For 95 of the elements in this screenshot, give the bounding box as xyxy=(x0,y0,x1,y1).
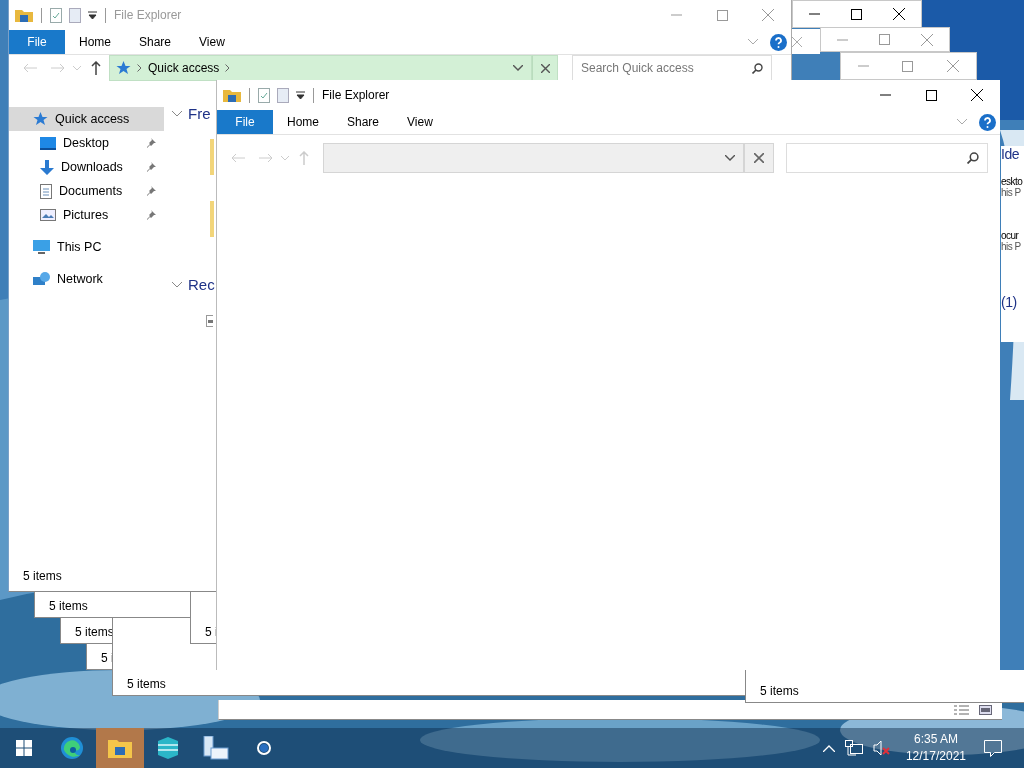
sidebar-item[interactable]: Documents xyxy=(9,179,164,203)
sidebar-item[interactable]: Network xyxy=(9,267,164,291)
search-placeholder: Search Quick access xyxy=(581,61,694,75)
ribbon-tab[interactable]: View xyxy=(185,30,239,54)
item-text: Ide xyxy=(1001,146,1020,162)
help-icon[interactable] xyxy=(979,113,996,131)
maximize-icon xyxy=(716,9,728,21)
ribbon-tab[interactable]: Home xyxy=(65,30,125,54)
picture-icon xyxy=(40,209,56,221)
folder-icon xyxy=(210,139,214,175)
minimize-icon xyxy=(857,65,869,67)
checklist-icon xyxy=(50,7,62,23)
clock-date: 12/17/2021 xyxy=(905,748,966,765)
minimize-icon xyxy=(808,13,820,15)
folder-icon xyxy=(210,201,214,237)
caret-icon[interactable] xyxy=(296,91,305,99)
folder-icon xyxy=(223,88,241,102)
status-text: 5 items xyxy=(49,599,88,613)
maximize-icon xyxy=(851,8,862,20)
sidebar-item[interactable]: This PC xyxy=(9,235,164,259)
clear-button[interactable] xyxy=(744,143,774,173)
volume-icon[interactable] xyxy=(872,740,891,756)
document-icon xyxy=(40,183,52,199)
chevron-right-icon xyxy=(225,64,231,72)
item-text: (1) xyxy=(1001,294,1018,310)
large-icons-view-icon[interactable] xyxy=(979,704,992,715)
star-icon xyxy=(33,112,48,126)
window-title: File Explorer xyxy=(322,88,390,102)
minimize-icon xyxy=(670,14,682,16)
folder-icon xyxy=(108,738,132,758)
clock-time: 6:35 AM xyxy=(913,731,958,748)
close-icon xyxy=(971,89,983,101)
ribbon-tab[interactable]: Share xyxy=(125,30,186,54)
page-icon xyxy=(277,87,289,103)
file-icon xyxy=(206,315,213,327)
section-heading: Rec xyxy=(188,276,215,293)
clear-button[interactable] xyxy=(532,55,558,81)
window-title: File Explorer xyxy=(114,8,182,22)
search-icon xyxy=(967,152,979,164)
circle-icon xyxy=(256,740,272,756)
item-text: his P xyxy=(1001,187,1022,198)
address-bar[interactable]: Quick access xyxy=(109,55,532,81)
folder-icon xyxy=(15,8,33,22)
search-field[interactable] xyxy=(786,143,988,173)
monitor-icon xyxy=(33,240,50,254)
browser-icon xyxy=(60,736,84,760)
network-icon[interactable] xyxy=(844,740,863,756)
chevron-icon[interactable] xyxy=(172,110,182,117)
checklist-icon xyxy=(258,87,270,103)
file-tab[interactable]: File xyxy=(9,30,65,54)
close-icon xyxy=(947,60,960,72)
close-icon xyxy=(921,33,934,46)
close-icon xyxy=(893,8,906,20)
maximize-icon xyxy=(902,60,914,72)
status-text: 5 items xyxy=(22,569,63,585)
windows-icon xyxy=(16,740,32,756)
close-icon xyxy=(762,9,774,21)
file-tab[interactable]: File xyxy=(217,110,273,134)
maximize-icon xyxy=(879,34,890,45)
section-heading: Fre xyxy=(188,105,211,122)
minimize-icon xyxy=(836,38,848,41)
star-icon xyxy=(116,61,131,75)
server-icon xyxy=(203,736,229,760)
page-icon xyxy=(69,7,81,23)
ribbon-tab[interactable]: Home xyxy=(273,110,333,134)
status-text: 5 items xyxy=(760,684,799,698)
stack-icon xyxy=(156,737,180,759)
sidebar-item[interactable]: Downloads xyxy=(9,155,164,179)
chevron-up-icon[interactable] xyxy=(822,744,835,752)
address-text: Quick access xyxy=(148,61,220,75)
chevron-icon[interactable] xyxy=(172,281,182,288)
maximize-icon xyxy=(925,89,937,101)
sidebar-item[interactable]: Pictures xyxy=(9,203,164,227)
item-text: eskto xyxy=(1001,176,1024,187)
help-icon[interactable] xyxy=(770,33,787,51)
close-icon xyxy=(540,63,550,73)
item-text: ocur xyxy=(1001,230,1020,241)
item-text: his P xyxy=(1001,241,1022,252)
minimize-icon xyxy=(879,94,891,96)
desktop-icon xyxy=(40,136,56,150)
close-icon xyxy=(754,153,764,163)
download-icon xyxy=(40,159,54,175)
notification-icon[interactable] xyxy=(984,739,1002,757)
caret-icon[interactable] xyxy=(88,11,97,19)
network-icon xyxy=(33,272,50,286)
ribbon-tab[interactable]: Share xyxy=(333,110,394,134)
sidebar-item[interactable]: Desktop xyxy=(9,131,164,155)
status-text: 5 items xyxy=(127,677,166,691)
chevron-right-icon xyxy=(137,64,142,72)
chevron-icon[interactable] xyxy=(725,155,735,161)
search-icon xyxy=(752,62,763,74)
ribbon-tab[interactable]: View xyxy=(393,110,447,134)
up-icon[interactable] xyxy=(91,61,101,75)
chevron-icon[interactable] xyxy=(513,65,523,71)
sidebar-item[interactable]: Quick access xyxy=(9,107,164,131)
